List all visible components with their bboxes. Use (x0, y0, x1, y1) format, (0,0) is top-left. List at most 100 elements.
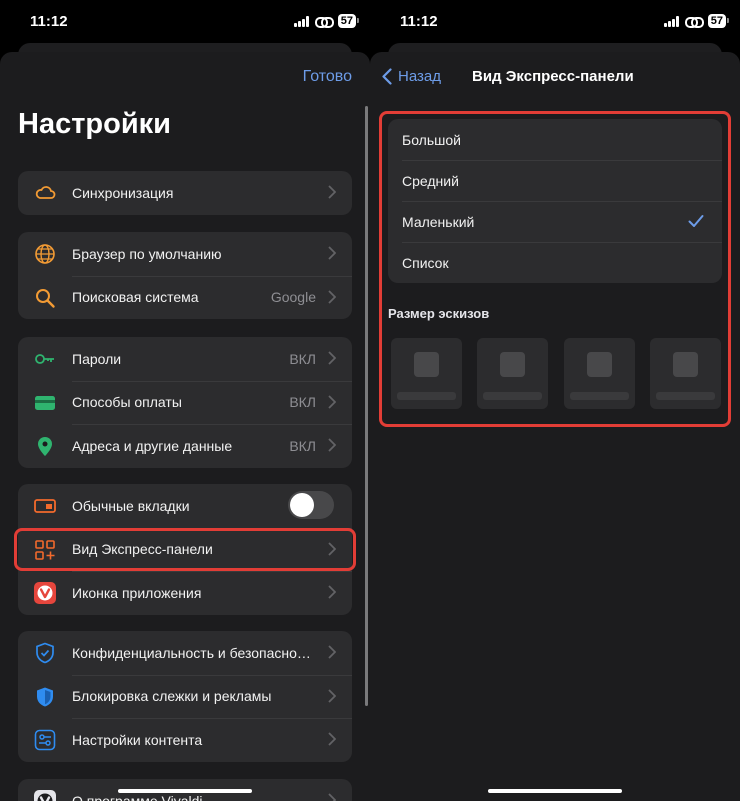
chevron-left-icon (382, 68, 392, 85)
row-label: Адреса и другие данные (72, 437, 233, 454)
settings-screen: 11:12 57 Готово Настройки Синхронизация … (0, 0, 370, 801)
row-label: Способы оплаты (72, 394, 182, 411)
chevron-right-icon (328, 645, 336, 659)
settings-row-app-icon[interactable]: Иконка приложения (18, 571, 352, 615)
link-icon (684, 16, 704, 28)
option-label: Средний (402, 172, 459, 189)
chevron-right-icon (328, 438, 336, 452)
toggle-knob (290, 493, 314, 517)
grid-plus-icon (35, 539, 55, 560)
row-label: Синхронизация (72, 184, 174, 201)
settings-row-addresses[interactable]: Адреса и другие данные ВКЛ (18, 424, 352, 468)
option-large[interactable]: Большой (388, 119, 722, 160)
row-label: Поисковая система (72, 289, 199, 306)
signal-icon (293, 15, 309, 27)
settings-row-privacy-security[interactable]: Конфиденциальность и безопасность (18, 631, 352, 675)
thumbnail-preview (649, 338, 721, 409)
shield-check-icon (36, 642, 54, 664)
size-options-list: Большой Средний Маленький Список (388, 119, 722, 283)
thumbnail-placeholder (586, 352, 612, 377)
page-title: Настройки (18, 108, 172, 140)
settings-row-payment-methods[interactable]: Способы оплаты ВКЛ (18, 380, 352, 425)
option-medium[interactable]: Средний (388, 160, 722, 201)
chevron-right-icon (328, 394, 336, 409)
sliders-icon (34, 729, 56, 751)
status-bar: 11:12 57 (0, 0, 370, 42)
row-label: Пароли (72, 350, 122, 367)
chevron-right-icon (328, 541, 336, 556)
thumbnail-placeholder (414, 352, 439, 377)
settings-row-regular-tabs: Обычные вкладки (18, 484, 352, 528)
row-value: ВКЛ (289, 350, 316, 367)
row-label: Блокировка слежки и рекламы (72, 688, 272, 705)
status-icons: 57 (663, 14, 730, 28)
thumbnail-preview (391, 338, 462, 409)
row-label: О программе Vivaldi (72, 792, 203, 801)
settings-sheet: Готово Настройки Синхронизация Браузер п… (0, 52, 370, 801)
regular-tabs-toggle[interactable] (288, 491, 334, 519)
settings-row-passwords[interactable]: Пароли ВКЛ (18, 337, 352, 381)
magnifier-icon (36, 288, 55, 308)
settings-group-browser: Браузер по умолчанию Поисковая система G… (18, 232, 352, 319)
thumbnail-placeholder (500, 352, 526, 377)
chevron-right-icon (328, 793, 336, 801)
settings-row-content-settings[interactable]: Настройки контента (18, 718, 352, 762)
thumbnail-placeholder (672, 352, 698, 377)
option-list[interactable]: Список (388, 242, 722, 283)
battery-icon: 57 (337, 14, 360, 28)
settings-row-tracker-blocking[interactable]: Блокировка слежки и рекламы (18, 674, 352, 719)
shield-icon (37, 687, 53, 706)
vivaldi-icon (34, 582, 56, 604)
row-label: Конфиденциальность и безопасность (72, 644, 316, 661)
status-time: 11:12 (30, 13, 68, 30)
settings-group-appearance: Обычные вкладки Вид Экспресс-панели Икон… (18, 484, 352, 615)
chevron-right-icon (328, 185, 336, 199)
thumbnail-preview (563, 338, 635, 409)
link-icon (314, 16, 334, 28)
settings-group-autofill: Пароли ВКЛ Способы оплаты ВКЛ Адреса и д… (18, 337, 352, 468)
chevron-right-icon (328, 289, 336, 304)
thumbnail-title-placeholder (483, 392, 543, 400)
chevron-right-icon (328, 246, 336, 260)
cloud-icon (35, 186, 56, 199)
option-label: Маленький (402, 213, 475, 230)
thumbnail-title-placeholder (569, 392, 629, 400)
key-icon (35, 354, 54, 364)
nav-title: Вид Экспресс-панели (472, 68, 634, 85)
location-pin-icon (38, 437, 52, 456)
settings-row-default-browser[interactable]: Браузер по умолчанию (18, 232, 352, 276)
thumbnail-title-placeholder (397, 392, 456, 400)
option-label: Список (402, 254, 449, 271)
back-button[interactable]: Назад (382, 68, 441, 85)
row-label: Вид Экспресс-панели (72, 541, 213, 558)
row-value: Google (270, 289, 316, 306)
credit-card-icon (35, 395, 55, 410)
battery-icon: 57 (707, 14, 730, 28)
checkmark-icon (688, 215, 704, 227)
tabs-icon (34, 499, 56, 513)
chevron-right-icon (328, 585, 336, 599)
settings-row-speed-dial-view[interactable]: Вид Экспресс-панели (18, 527, 352, 572)
row-label: Настройки контента (72, 731, 203, 748)
row-value: ВКЛ (289, 394, 316, 411)
thumbnail-title-placeholder (655, 392, 715, 400)
settings-group-privacy: Конфиденциальность и безопасность Блокир… (18, 631, 352, 762)
chevron-right-icon (328, 732, 336, 746)
back-label: Назад (398, 68, 441, 85)
status-icons: 57 (293, 14, 360, 28)
settings-group-sync: Синхронизация (18, 171, 352, 215)
option-small[interactable]: Маленький (388, 201, 722, 242)
thumbnail-preview (477, 338, 549, 409)
done-button[interactable]: Готово (303, 68, 352, 86)
home-indicator (488, 789, 622, 793)
row-label: Обычные вкладки (72, 497, 190, 514)
chevron-right-icon (328, 351, 336, 365)
scroll-indicator (365, 106, 368, 706)
row-value: ВКЛ (289, 437, 316, 454)
chevron-right-icon (328, 688, 336, 703)
settings-row-search-engine[interactable]: Поисковая система Google (18, 275, 352, 320)
status-time: 11:12 (400, 13, 438, 30)
option-label: Большой (402, 131, 461, 148)
row-label: Иконка приложения (72, 584, 202, 601)
settings-row-sync[interactable]: Синхронизация (18, 171, 352, 215)
